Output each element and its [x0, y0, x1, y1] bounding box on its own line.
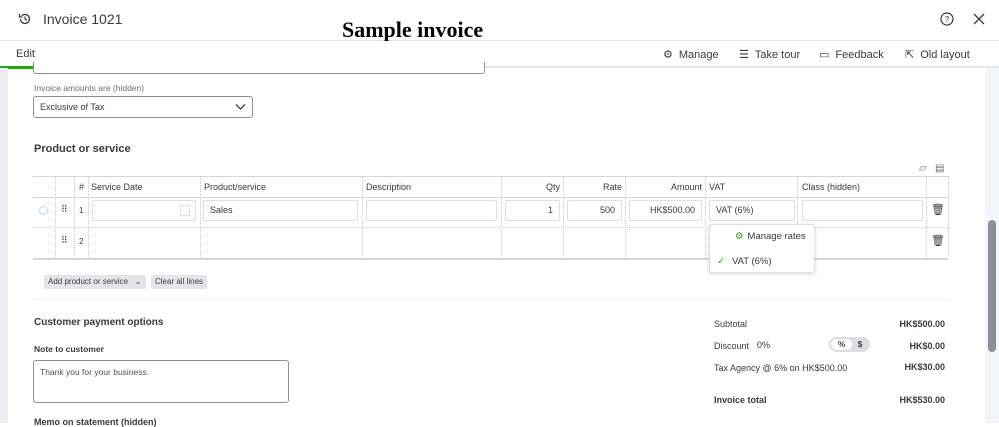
take-tour-button[interactable]: ☰ Take tour: [739, 48, 801, 62]
subtotal-label: Subtotal: [714, 319, 748, 329]
note-label: Note to customer: [34, 344, 104, 354]
col-header-amount: Amount: [670, 182, 702, 192]
discount-label: Discount: [714, 341, 750, 351]
help-circle-icon[interactable]: ?: [940, 12, 954, 26]
invoice-total-label: Invoice total: [714, 395, 767, 405]
tab-edit-label: Edit: [16, 48, 35, 60]
manage-rates-option[interactable]: ⚙ Manage rates: [735, 231, 806, 242]
col-header-service-date: Service Date: [91, 182, 143, 192]
vat-option[interactable]: ✓ VAT (6%): [717, 256, 772, 267]
vat-option-label: VAT (6%): [731, 256, 772, 267]
header-border: [33, 197, 948, 198]
discount-amount: HK$0.00: [909, 341, 945, 351]
old-layout-button[interactable]: ⇱ Old layout: [905, 48, 970, 62]
toggle-percent[interactable]: %: [831, 339, 852, 350]
paste-icon[interactable]: ▤: [935, 163, 944, 174]
close-icon[interactable]: [973, 13, 985, 25]
trash-icon[interactable]: 🗑: [931, 203, 945, 216]
col-header-description: Description: [366, 182, 412, 192]
edit-columns-icon[interactable]: ▱: [919, 163, 927, 174]
col-header-num: #: [79, 182, 85, 192]
arrow-box-icon: ⇱: [905, 49, 915, 61]
clear-all-lines-button[interactable]: Clear all lines: [151, 275, 208, 289]
signpost-icon: ☰: [739, 49, 749, 61]
scrollbar-thumb[interactable]: [988, 220, 996, 352]
gear-icon: ⚙: [663, 49, 673, 61]
row-number: 1: [79, 206, 84, 215]
col-header-vat: VAT: [709, 182, 726, 192]
drag-handle-icon[interactable]: ⠿: [61, 204, 68, 215]
invoice-amounts-select[interactable]: Exclusive of Tax: [33, 96, 253, 118]
invoice-amounts-label: Invoice amounts are (hidden): [34, 83, 145, 93]
row-number: 2: [79, 237, 84, 246]
row-select-radio[interactable]: [39, 206, 48, 215]
take-tour-label: Take tour: [754, 48, 801, 61]
product-section-title: Product or service: [34, 143, 131, 155]
note-to-customer-textarea[interactable]: Thank you for your business.: [33, 360, 289, 403]
discount-input[interactable]: 0%: [757, 340, 770, 350]
description-input[interactable]: [366, 200, 497, 221]
manage-rates-label: Manage rates: [747, 231, 806, 242]
tax-amount: HK$30.00: [904, 362, 945, 372]
gear-icon: ⚙: [735, 231, 744, 242]
top-bar: Invoice 1021 Sample invoice ?: [0, 0, 999, 42]
previous-field[interactable]: [33, 62, 485, 74]
calendar-icon[interactable]: [180, 205, 190, 216]
invoice-total-value: HK$530.00: [899, 395, 945, 405]
col-header-class: Class (hidden): [802, 182, 861, 192]
payment-options-title: Customer payment options: [34, 317, 164, 328]
subtotal-value: HK$500.00: [899, 319, 945, 329]
amount-input[interactable]: HK$500.00: [629, 200, 702, 221]
svg-text:?: ?: [945, 15, 950, 24]
vat-dropdown: ⚙ Manage rates ✓ VAT (6%): [709, 224, 815, 273]
class-input[interactable]: [802, 200, 923, 221]
product-input[interactable]: Sales: [203, 200, 358, 221]
left-gutter: [0, 68, 8, 423]
add-product-dropdown[interactable]: ⌄: [130, 275, 146, 289]
vat-select[interactable]: VAT (6%): [709, 200, 795, 221]
feedback-label: Feedback: [835, 48, 884, 61]
old-layout-label: Old layout: [920, 48, 970, 61]
rate-input[interactable]: 500: [567, 200, 622, 221]
feedback-button[interactable]: ▭ Feedback: [819, 48, 884, 62]
add-product-button[interactable]: Add product or service: [44, 275, 136, 289]
drag-handle-icon[interactable]: ⠿: [61, 235, 68, 246]
manage-label: Manage: [678, 48, 719, 61]
section-divider: [33, 299, 948, 300]
service-date-input[interactable]: [92, 200, 196, 221]
col-header-product: Product/service: [204, 182, 267, 192]
table-top-border: [33, 176, 948, 177]
trash-icon[interactable]: 🗑: [931, 234, 945, 247]
chat-bubble-icon: ▭: [819, 49, 830, 61]
sample-invoice-overlay: Sample invoice: [342, 17, 484, 42]
history-icon[interactable]: [18, 12, 32, 26]
check-icon: ✓: [717, 256, 725, 267]
col-header-qty: Qty: [545, 182, 560, 192]
invoice-amounts-value: Exclusive of Tax: [40, 102, 105, 112]
page-title: Invoice 1021: [43, 11, 123, 27]
memo-label: Memo on statement (hidden): [34, 417, 157, 427]
tax-label: Tax Agency @ 6% on HK$500.00: [714, 363, 848, 373]
col-header-rate: Rate: [602, 182, 622, 192]
qty-input[interactable]: 1: [505, 200, 560, 221]
manage-button[interactable]: ⚙ Manage: [663, 48, 719, 62]
chevron-down-icon: [235, 104, 246, 110]
